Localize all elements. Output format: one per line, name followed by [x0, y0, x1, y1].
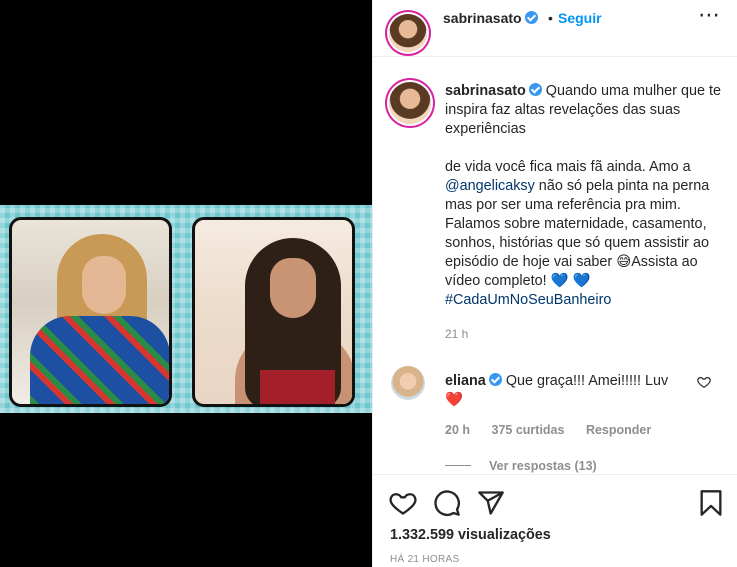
red-heart-icon: ❤️ [445, 392, 463, 408]
view-count[interactable]: 1.332.599 visualizações [390, 527, 551, 543]
verified-icon [488, 373, 502, 386]
verified-icon [524, 11, 538, 24]
share-icon[interactable] [477, 489, 505, 517]
comment-timestamp[interactable]: 20 h [445, 423, 470, 437]
verified-icon [528, 83, 542, 96]
comment-likes[interactable]: 375 curtidas [492, 423, 565, 437]
more-options-icon[interactable]: ⋯ [698, 2, 721, 28]
host-dress [260, 370, 335, 404]
comment-body: eliana Que graça!!! Amei!!!!! Luv ❤️ [445, 372, 685, 410]
author-username-text[interactable]: sabrinasato [443, 10, 522, 26]
host-face [270, 258, 316, 318]
view-replies-label[interactable]: Ver respostas (13) [489, 459, 597, 473]
caption-hashtag[interactable]: #CadaUmNoSeuBanheiro [445, 292, 611, 308]
action-bar: 1.332.599 visualizações HÁ 21 HORAS [373, 474, 737, 567]
blue-heart-icon: 💙 [550, 273, 569, 289]
post-header: sabrinasato • Seguir ⋯ [373, 0, 737, 57]
caption-text-2: de vida você fica mais fã ainda. Amo a [445, 159, 691, 175]
caption-author-avatar[interactable] [389, 82, 431, 124]
post-panel: sabrinasato • Seguir ⋯ sabrinasato Quand… [372, 0, 737, 567]
commenter-username[interactable]: eliana [445, 373, 486, 389]
caption-username[interactable]: sabrinasato [445, 83, 526, 99]
video-player[interactable] [0, 205, 372, 413]
heart-icon[interactable] [389, 489, 417, 517]
replies-divider [445, 465, 471, 466]
blue-heart-icon: 💙 [572, 273, 591, 289]
commenter-avatar[interactable] [391, 366, 425, 400]
author-avatar[interactable] [389, 14, 427, 52]
post-caption: sabrinasato Quando uma mulher que te ins… [445, 82, 730, 310]
bookmark-icon[interactable] [697, 489, 725, 517]
post-timestamp[interactable]: HÁ 21 HORAS [390, 554, 459, 565]
guest-body [30, 316, 169, 404]
follow-button[interactable]: Seguir [558, 10, 602, 26]
caption-timestamp[interactable]: 21 h [445, 327, 468, 341]
guest-face [82, 256, 126, 314]
author-username[interactable]: sabrinasato [443, 10, 538, 26]
caption-mention[interactable]: @angelicaksy [445, 178, 535, 194]
comment-meta: 20 h 375 curtidas Responder [445, 423, 669, 437]
video-tile-host [192, 217, 355, 407]
post-media[interactable] [0, 0, 372, 567]
view-replies-button[interactable]: Ver respostas (13) [445, 459, 597, 473]
reply-button[interactable]: Responder [586, 423, 651, 437]
video-tile-guest [9, 217, 172, 407]
comment-like-icon[interactable] [697, 375, 711, 389]
separator-dot: • [548, 10, 553, 26]
comment-text: Que graça!!! Amei!!!!! Luv [505, 373, 669, 389]
comment-icon[interactable] [433, 489, 461, 517]
